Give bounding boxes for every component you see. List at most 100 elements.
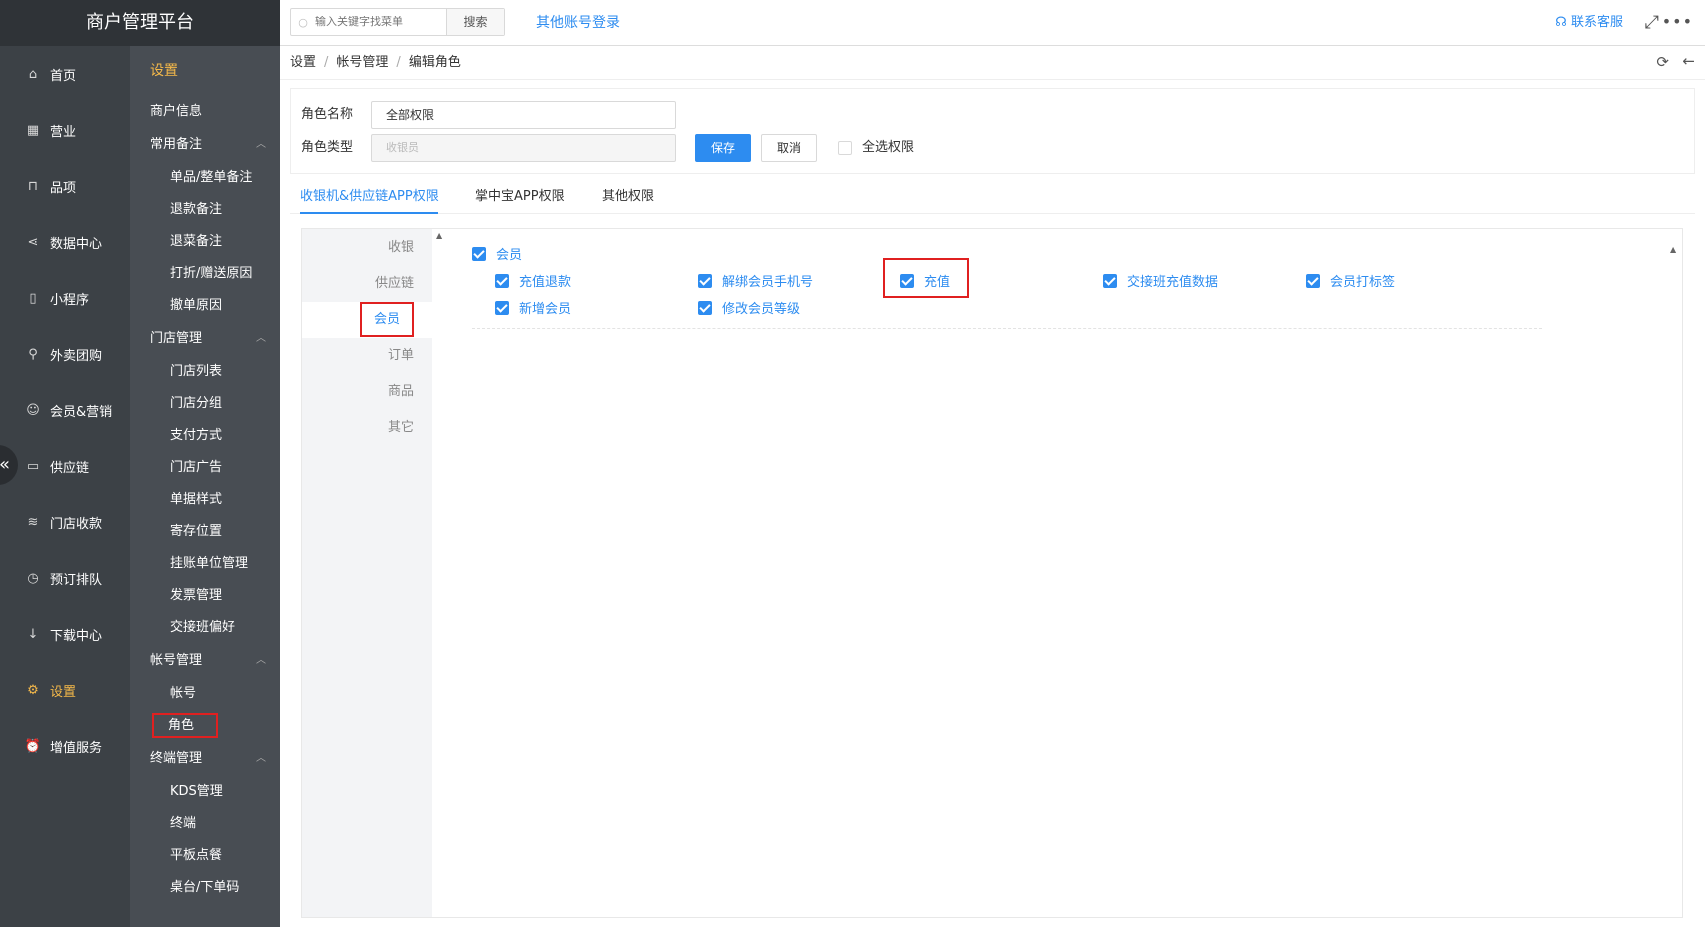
mobile-icon: ▯ (29, 290, 37, 306)
subnav-item[interactable]: 桌台/下单码 (130, 872, 280, 904)
subnav-item[interactable]: 单据样式 (130, 484, 280, 516)
fullscreen-icon[interactable]: ⤢ (1645, 12, 1659, 33)
subnav-group-notes[interactable]: 常用备注 ︿ (130, 128, 280, 162)
main-content: 角色名称 全部权限 角色类型 收银员 保存 取消 全选权限 收银机&供应链APP… (280, 80, 1705, 927)
checkbox-checked (1103, 273, 1117, 288)
nav-item[interactable]: ⚲ 外卖团购 (0, 326, 130, 382)
more-icon[interactable]: ••• (1662, 12, 1693, 31)
nav-item[interactable]: ⋖ 数据中心 (0, 214, 130, 270)
nav-item-label: 下载中心 (50, 628, 103, 644)
subnav-item[interactable]: 挂账单位管理 (130, 548, 280, 580)
role-type-label: 角色类型 (301, 140, 354, 155)
role-name-input[interactable]: 全部权限 (371, 101, 676, 129)
subnav-item[interactable]: 撤单原因 (130, 290, 280, 322)
nav-item[interactable]: ⌂ 首页 (0, 46, 130, 102)
subnav-item[interactable]: 门店分组 (130, 388, 280, 420)
search-button[interactable]: 搜索 (446, 9, 504, 35)
category-item[interactable]: 收银 (302, 230, 432, 266)
search-input[interactable] (315, 16, 445, 28)
subnav-group-account[interactable]: 帐号管理 ︿ (130, 644, 280, 678)
category-item[interactable]: 商品 (302, 374, 432, 410)
subnav-item[interactable]: 门店广告 (130, 452, 280, 484)
save-button[interactable]: 保存 (695, 134, 751, 162)
cancel-button[interactable]: 取消 (761, 134, 817, 162)
category-item-active[interactable]: 会员 (302, 302, 432, 338)
subnav-item[interactable]: 门店列表 (130, 356, 280, 388)
checkbox-checked (698, 300, 712, 315)
subnav-group-store[interactable]: 门店管理 ︿ (130, 322, 280, 356)
subnav-item[interactable]: 终端 (130, 808, 280, 840)
tab-pocket-app[interactable]: 掌中宝APP权限 (475, 180, 565, 214)
category-scrollbar[interactable]: ▲ (432, 229, 448, 917)
subnav-item[interactable]: 支付方式 (130, 420, 280, 452)
category-item[interactable]: 其它 (302, 410, 432, 446)
nav-item[interactable]: ▯ 小程序 (0, 270, 130, 326)
breadcrumb-separator: / (396, 55, 401, 70)
breadcrumb-item[interactable]: 设置 (290, 55, 316, 70)
nav-item[interactable]: ⏰ 增值服务 (0, 718, 130, 774)
subnav-item[interactable]: 打折/赠送原因 (130, 258, 280, 290)
scroll-up-icon[interactable]: ▲ (436, 231, 442, 240)
subnav-item[interactable]: 交接班偏好 (130, 612, 280, 644)
perm-checkbox[interactable]: 会员打标签 (1306, 271, 1395, 290)
nav-item-label: 首页 (50, 68, 77, 84)
nav-item[interactable]: ▭ 供应链 (0, 438, 130, 494)
perm-checkbox[interactable]: 交接班充值数据 (1103, 271, 1218, 290)
nav-item-label: 设置 (50, 684, 77, 700)
nav-item[interactable]: ☺ 会员&营销 (0, 382, 130, 438)
headset-icon: ☊ (1555, 15, 1567, 30)
checkbox-checked (495, 300, 509, 315)
category-item[interactable]: 供应链 (302, 266, 432, 302)
subnav-group-terminal[interactable]: 终端管理 ︿ (130, 742, 280, 776)
scroll-up-icon[interactable]: ▲ (1670, 245, 1676, 254)
nav-item[interactable]: ◷ 预订排队 (0, 550, 130, 606)
subnav-item[interactable]: 退款备注 (130, 194, 280, 226)
database-icon: ≋ (27, 514, 39, 530)
select-all-checkbox[interactable]: 全选权限 (838, 134, 914, 162)
perm-checkbox[interactable]: 解绑会员手机号 (698, 271, 813, 290)
subnav-item[interactable]: 平板点餐 (130, 840, 280, 872)
checkbox-checked (495, 273, 509, 288)
subnav-item-shop-info[interactable]: 商户信息 (130, 96, 280, 128)
breadcrumb-item[interactable]: 帐号管理 (336, 55, 388, 70)
nav-item[interactable]: ▦ 营业 (0, 102, 130, 158)
truck-icon: ▭ (26, 458, 40, 474)
perm-checkbox[interactable]: 充值退款 (495, 271, 571, 290)
nav-item[interactable]: ⊓ 品项 (0, 158, 130, 214)
perm-group-checkbox[interactable]: 会员 (472, 244, 522, 263)
perm-checkbox[interactable]: 修改会员等级 (698, 298, 800, 317)
subnav-item[interactable]: 寄存位置 (130, 516, 280, 548)
user-icon: ☺ (26, 402, 40, 418)
role-form: 角色名称 全部权限 角色类型 收银员 保存 取消 全选权限 (290, 88, 1695, 174)
checkbox-checked (472, 246, 486, 261)
checkbox-empty (838, 141, 852, 155)
tab-other-perms[interactable]: 其他权限 (602, 180, 654, 214)
category-item[interactable]: 订单 (302, 338, 432, 374)
back-arrow-icon[interactable]: ← (1682, 52, 1695, 70)
subnav-item-account[interactable]: 帐号 (130, 678, 280, 710)
nav-item-label: 会员&营销 (50, 404, 113, 420)
role-type-input[interactable]: 收银员 (371, 134, 676, 162)
other-account-login-link[interactable]: 其他账号登录 (536, 0, 620, 46)
subnav-item[interactable]: 发票管理 (130, 580, 280, 612)
refresh-icon[interactable]: ⟳ (1656, 53, 1669, 71)
nav-item-label: 门店收款 (50, 516, 103, 532)
nav-item[interactable]: ⚙ 设置 (0, 662, 130, 718)
contact-service-link[interactable]: ☊ 联系客服 (1555, 0, 1623, 46)
divider (472, 328, 1542, 329)
panel-scrollbar[interactable]: ▲ (1666, 229, 1682, 917)
checkbox-checked (1306, 273, 1320, 288)
checkbox-checked (698, 273, 712, 288)
nav-item[interactable]: ≋ 门店收款 (0, 494, 130, 550)
alarm-icon: ⏰ (24, 738, 42, 754)
chevron-up-icon: ︿ (256, 139, 266, 150)
tab-cashier-app[interactable]: 收银机&供应链APP权限 (300, 180, 439, 214)
nav-item[interactable]: ↓ 下载中心 (0, 606, 130, 662)
subnav-item[interactable]: 退菜备注 (130, 226, 280, 258)
subnav-item-role[interactable]: 角色 (130, 710, 280, 742)
chevron-up-icon: ︿ (256, 753, 266, 764)
subnav-item[interactable]: KDS管理 (130, 776, 280, 808)
primary-nav: ⌂ 首页 ▦ 营业 ⊓ 品项 ⋖ 数据中心 ▯ 小程序 ⚲ 外卖团购 ☺ 会员&营销 ▭ 供应链 ≋ 门店收款 ◷ 预… (0, 46, 130, 927)
subnav-item[interactable]: 单品/整单备注 (130, 162, 280, 194)
perm-checkbox[interactable]: 新增会员 (495, 298, 571, 317)
